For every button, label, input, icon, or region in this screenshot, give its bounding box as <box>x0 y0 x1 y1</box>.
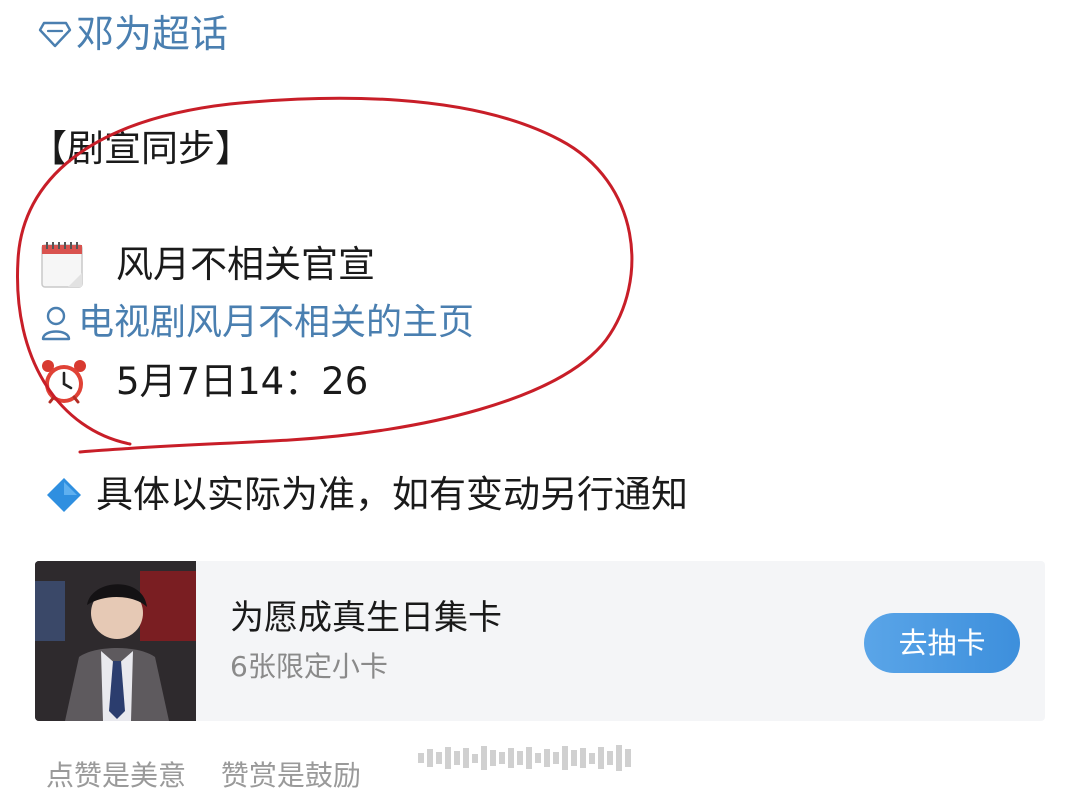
supertopic-label: 邓为超话 <box>76 12 229 56</box>
supertopic-link[interactable]: 邓为超话 <box>38 8 228 60</box>
post-heading: 【剧宣同步】 <box>30 127 252 170</box>
alarm-clock-icon <box>38 356 90 408</box>
draw-card-button[interactable]: 去抽卡 <box>864 613 1020 673</box>
footer-text: 点赞是美意 赞赏是鼓励 <box>46 756 387 796</box>
time-row: 5月7日14：26 <box>38 356 368 408</box>
card-thumbnail <box>35 561 196 721</box>
note-row: 具体以实际为准，如有变动另行通知 <box>44 470 688 520</box>
card-collection-promo[interactable]: 为愿成真生日集卡 6张限定小卡 去抽卡 <box>35 561 1045 721</box>
blurred-placeholder <box>418 744 658 772</box>
person-outline-icon <box>38 303 74 343</box>
footer-item-tip: 赞赏是鼓励 <box>220 759 361 792</box>
time-text: 5月7日14：26 <box>116 360 369 403</box>
card-subtitle: 6张限定小卡 <box>230 650 388 683</box>
card-title: 为愿成真生日集卡 <box>230 598 502 638</box>
blue-diamond-icon <box>44 475 84 515</box>
note-text: 具体以实际为准，如有变动另行通知 <box>96 473 688 516</box>
calendar-icon <box>38 239 90 291</box>
account-link-text: 电视剧风月不相关的主页 <box>78 302 475 343</box>
announcement-text: 风月不相关官宣 <box>116 243 375 286</box>
announcement-row: 风月不相关官宣 <box>38 239 375 291</box>
diamond-outline-icon <box>38 21 72 48</box>
footer-item-like: 点赞是美意 <box>46 759 187 792</box>
account-link[interactable]: 电视剧风月不相关的主页 <box>38 298 474 348</box>
